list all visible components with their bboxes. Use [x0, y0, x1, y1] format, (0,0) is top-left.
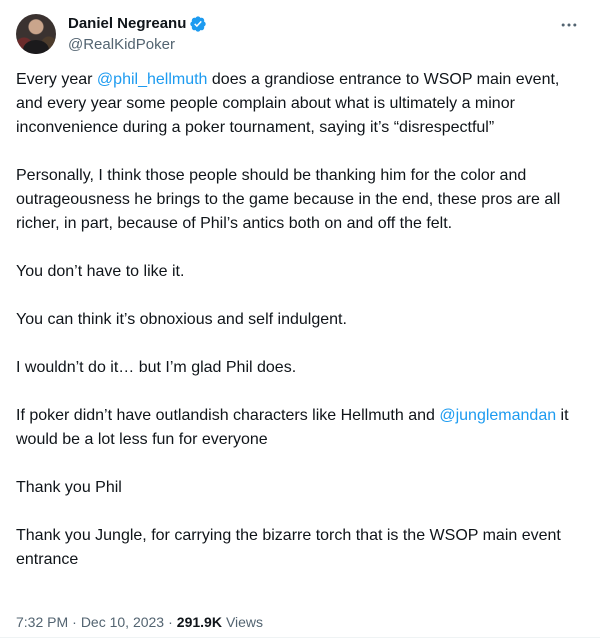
tweet-paragraph-4: You can think it’s obnoxious and self in…: [16, 311, 347, 328]
author-handle[interactable]: @RealKidPoker: [68, 35, 207, 55]
tweet-paragraph-1: Every year @phil_hellmuth does a grandio…: [16, 71, 560, 136]
ellipsis-icon: [561, 23, 577, 27]
tweet-card: Daniel Negreanu @RealKidPoker Every year…: [0, 0, 600, 638]
views-count[interactable]: 291.9K: [177, 612, 222, 632]
tweet-paragraph-3: You don’t have to like it.: [16, 263, 185, 280]
mention-junglemandan[interactable]: @junglemandan: [439, 407, 556, 424]
tweet-time[interactable]: 7:32 PM: [16, 612, 68, 632]
tweet-date[interactable]: Dec 10, 2023: [81, 612, 164, 632]
meta-separator: ·: [72, 614, 77, 630]
tweet-paragraph-7: Thank you Phil: [16, 479, 122, 496]
more-options-button[interactable]: [558, 14, 580, 36]
author-avatar[interactable]: [16, 14, 56, 54]
author-display-name[interactable]: Daniel Negreanu: [68, 14, 186, 34]
mention-phil-hellmuth[interactable]: @phil_hellmuth: [97, 71, 208, 88]
tweet-paragraph-6: If poker didn’t have outlandish characte…: [16, 407, 569, 448]
verified-badge-icon[interactable]: [189, 15, 207, 33]
tweet-paragraph-8: Thank you Jungle, for carrying the bizar…: [16, 527, 561, 568]
tweet-meta: 7:32 PM · Dec 10, 2023 · 291.9K Views: [16, 612, 263, 632]
name-row: Daniel Negreanu: [68, 14, 207, 34]
tweet-paragraph-5: I wouldn’t do it… but I’m glad Phil does…: [16, 359, 297, 376]
tweet-text: Every year @phil_hellmuth does a grandio…: [16, 68, 584, 596]
meta-separator: ·: [168, 614, 173, 630]
author-info: Daniel Negreanu @RealKidPoker: [68, 14, 207, 55]
tweet-paragraph-2: Personally, I think those people should …: [16, 167, 561, 232]
views-label: Views: [225, 614, 264, 630]
